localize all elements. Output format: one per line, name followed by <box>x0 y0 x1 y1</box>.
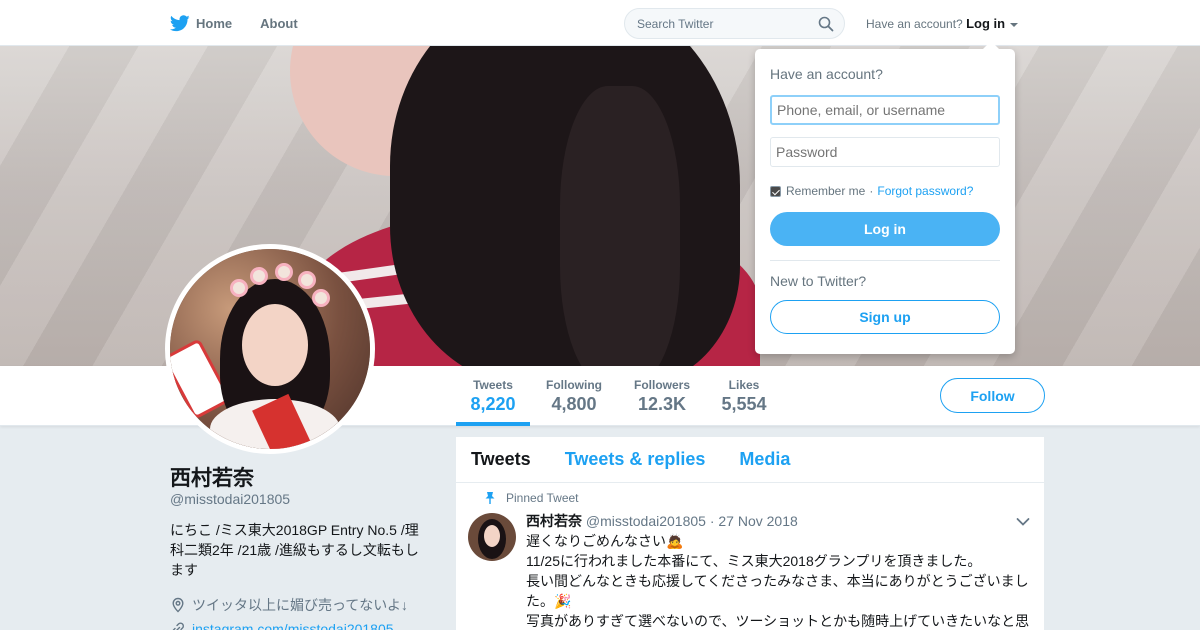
nav-home[interactable]: Home <box>170 14 233 32</box>
tab-tweets-and-replies[interactable]: Tweets & replies <box>565 449 706 470</box>
top-nav: Home About Search Twitter Have an accoun… <box>0 0 1200 46</box>
new-to-twitter-label: New to Twitter? <box>770 273 867 289</box>
profile-location-text: ツイッタ以上に媚び売ってないよ↓ <box>192 597 409 613</box>
nav-about-label: About <box>260 15 298 31</box>
chevron-down-icon[interactable] <box>1016 517 1030 527</box>
username-field[interactable] <box>770 95 1000 125</box>
link-icon <box>172 622 185 630</box>
tab-tweets[interactable]: Tweets <box>471 449 531 470</box>
profile-website-link[interactable]: instagram.com/misstodai201805 <box>170 621 394 630</box>
tweet-line: 11/25に行われました本番にて、ミス東大2018グランプリを頂きました。 <box>526 553 982 569</box>
tweet-author-name[interactable]: 西村若奈 <box>526 513 582 529</box>
search-placeholder: Search Twitter <box>637 17 714 31</box>
stat-label: Followers <box>633 378 690 392</box>
stat-followers[interactable]: Followers 12.3K <box>633 378 691 415</box>
remember-me-label[interactable]: Remember me <box>786 184 865 198</box>
profile-link-text[interactable]: instagram.com/misstodai201805 <box>192 621 394 630</box>
login-dropdown: Have an account? Remember me · Forgot pa… <box>755 41 1015 354</box>
profile-name[interactable]: 西村若奈 <box>170 462 254 492</box>
signup-button[interactable]: Sign up <box>770 300 1000 334</box>
tweet[interactable]: Pinned Tweet 西村若奈 @misstodai201805 · 27 … <box>456 483 1044 630</box>
nav-left: Home About <box>170 0 326 46</box>
account-menu[interactable]: Have an account? Log in <box>866 16 1019 31</box>
stat-value: 12.3K <box>637 394 687 414</box>
tweet-author-handle[interactable]: @misstodai201805 <box>586 513 706 529</box>
caret-down-icon <box>1010 22 1019 27</box>
nav-home-label: Home <box>196 15 233 31</box>
stat-value: 4,800 <box>551 394 597 414</box>
pinned-indicator: Pinned Tweet <box>485 491 579 505</box>
timeline: Tweets Tweets & replies Media Pinned Twe… <box>456 437 1044 630</box>
tab-media[interactable]: Media <box>739 449 790 470</box>
separator: · <box>869 184 874 198</box>
tweet-avatar[interactable] <box>468 513 516 561</box>
profile-location: ツイッタ以上に媚び売ってないよ↓ <box>170 595 408 615</box>
stat-label: Likes <box>728 378 760 392</box>
password-field[interactable] <box>770 137 1000 167</box>
stat-label: Tweets <box>473 378 513 392</box>
profile-avatar[interactable] <box>165 244 375 454</box>
tweet-line: 長い間どんなときも応援してくださったみなさま、本当にありがとうございました。🎉 <box>526 573 1029 609</box>
tweet-line: 写真がありすぎて選べないので、ツーショットとかも随時上げていきたいなと思 <box>526 613 1030 629</box>
remember-me-row: Remember me · Forgot password? <box>770 184 973 198</box>
timeline-tabs: Tweets Tweets & replies Media <box>456 437 1044 483</box>
remember-me-checkbox[interactable] <box>770 185 781 197</box>
forgot-password-link[interactable]: Forgot password? <box>877 184 973 198</box>
follow-button[interactable]: Follow <box>940 378 1045 413</box>
stat-value: 8,220 <box>470 394 516 414</box>
tweet-text: 遅くなりごめんなさい🙇 11/25に行われました本番にて、ミス東大2018グラン… <box>526 531 1034 630</box>
divider <box>770 260 1000 261</box>
stat-following[interactable]: Following 4,800 <box>545 378 603 415</box>
search-input[interactable]: Search Twitter <box>624 8 845 39</box>
tweet-line: 遅くなりごめんなさい🙇 <box>526 533 684 549</box>
stat-label: Following <box>546 378 602 392</box>
tweet-header: 西村若奈 @misstodai201805 · 27 Nov 2018 <box>526 511 798 531</box>
search-icon[interactable] <box>818 16 834 32</box>
twitter-bird-icon <box>170 14 190 31</box>
account-prompt: Have an account? <box>866 17 963 31</box>
stat-tweets[interactable]: Tweets 8,220 <box>470 378 516 415</box>
tweet-date[interactable]: · 27 Nov 2018 <box>710 513 798 529</box>
login-link[interactable]: Log in <box>966 16 1005 31</box>
profile-bio: にちこ /ミス東大2018GP Entry No.5 /理科二類2年 /21歳 … <box>170 522 419 578</box>
nav-about[interactable]: About <box>260 16 298 31</box>
profile-handle[interactable]: @misstodai201805 <box>170 491 290 507</box>
pin-icon <box>485 492 495 504</box>
stat-value: 5,554 <box>721 394 767 414</box>
pinned-label: Pinned Tweet <box>506 491 579 505</box>
login-panel-title: Have an account? <box>770 66 883 82</box>
login-button[interactable]: Log in <box>770 212 1000 246</box>
active-stat-indicator <box>456 422 530 426</box>
location-pin-icon <box>172 597 184 613</box>
stat-likes[interactable]: Likes 5,554 <box>721 378 767 415</box>
